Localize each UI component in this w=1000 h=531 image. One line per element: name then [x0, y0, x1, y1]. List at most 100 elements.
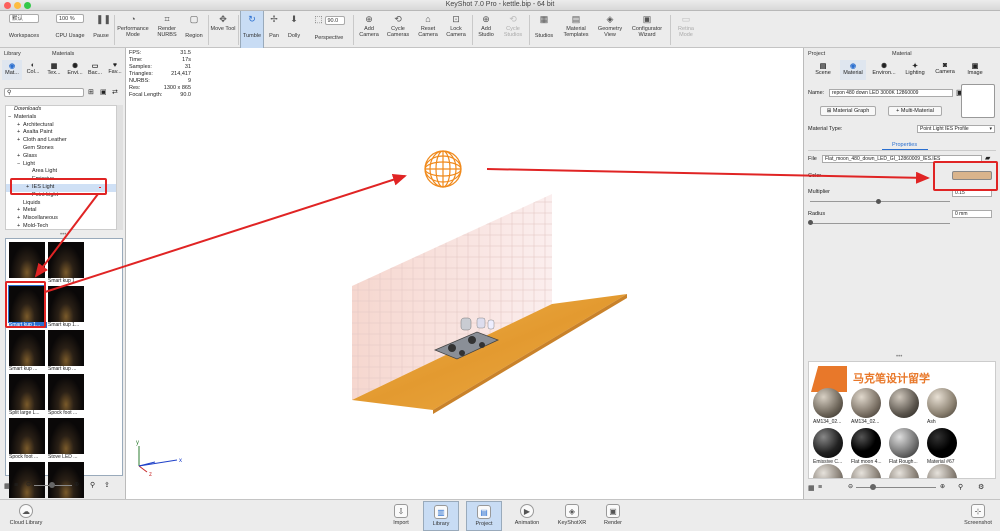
folder-open-icon[interactable]: ▰ [985, 154, 990, 162]
material-thumbnail[interactable] [9, 242, 45, 278]
material-thumbnail[interactable] [48, 286, 84, 322]
tab-material[interactable]: ◉ Material [840, 60, 866, 80]
cycle-cameras-button[interactable]: ⟲ Cycle Cameras [384, 11, 412, 48]
tab-scene[interactable]: ▤ Scene [810, 60, 836, 76]
ies-file-input[interactable]: Flat_moon_480_down_LED_GI_12860009_IES.I… [822, 155, 982, 163]
search-icon[interactable]: ⚲ [958, 483, 963, 491]
material-thumbnail[interactable] [9, 330, 45, 366]
render-nurbs-button[interactable]: ⌗ Render NURBS [152, 11, 182, 48]
tab-camera[interactable]: ◙ Camera [932, 60, 958, 75]
lock-camera-button[interactable]: ⊡ Lock Camera [443, 11, 469, 48]
slider-knob[interactable] [870, 484, 876, 490]
tab-environment[interactable]: ✺ Environ... [870, 60, 898, 76]
tree-item[interactable]: + Axalta Paint [6, 129, 116, 137]
material-sphere[interactable] [851, 464, 881, 478]
tree-item[interactable]: + Metal [6, 207, 116, 215]
material-sphere[interactable] [927, 388, 957, 418]
tab-environments[interactable]: ✺ Envi... [65, 60, 85, 76]
tree-item[interactable]: + Architectural [6, 122, 116, 130]
tumble-button[interactable]: ↻ Tumble [240, 11, 264, 48]
list-view-icon[interactable]: ≡ [818, 484, 822, 491]
thumbnail-size-slider[interactable] [856, 487, 936, 488]
splitter-handle[interactable]: ••• [896, 354, 902, 360]
dolly-button[interactable]: ⬇ Dolly [284, 11, 304, 48]
fov-input[interactable]: 90.0 [324, 16, 345, 25]
tree-item[interactable]: + Glass [6, 153, 116, 161]
radius-slider-knob[interactable] [808, 220, 813, 225]
performance-mode-button[interactable]: ◔ Performance Mode [116, 11, 150, 48]
material-type-select[interactable]: Point Light IES Profile ▾ [917, 125, 995, 133]
material-sphere[interactable] [889, 464, 919, 478]
screenshot-button[interactable]: ⊹ Screenshot [958, 501, 998, 531]
tab-favorites[interactable]: ♥ Fav... [105, 60, 125, 75]
tab-image[interactable]: ▣ Image [962, 60, 988, 76]
material-sphere[interactable] [813, 428, 843, 458]
tree-item[interactable]: Liquids [6, 200, 116, 208]
material-sphere[interactable] [851, 388, 881, 418]
tree-scrollbar[interactable] [117, 105, 123, 230]
add-camera-button[interactable]: ⊕ Add Camera [356, 11, 382, 48]
cloud-library-button[interactable]: ☁ Cloud Library [6, 501, 46, 531]
material-templates-button[interactable]: ▤ Material Templates [559, 11, 593, 48]
material-sphere[interactable] [889, 388, 919, 418]
material-sphere[interactable] [813, 388, 843, 418]
material-thumbnail[interactable] [48, 374, 84, 410]
material-thumbnail[interactable] [9, 374, 45, 410]
material-thumbnail[interactable] [48, 330, 84, 366]
list-view-icon[interactable]: ≡ [14, 482, 18, 489]
project-button[interactable]: ▤ Project [466, 501, 502, 531]
material-graph-button[interactable]: ⊞ Material Graph [820, 106, 876, 116]
library-search-input[interactable]: ⚲ [4, 88, 84, 97]
tree-item[interactable]: − Light [6, 161, 116, 169]
settings-icon[interactable]: ⚙ [978, 483, 984, 491]
material-preview[interactable] [961, 84, 995, 118]
material-sphere[interactable] [851, 428, 881, 458]
region-button[interactable]: ▢ Region [182, 11, 206, 48]
add-studio-button[interactable]: ⊕ Add Studio [474, 11, 498, 48]
material-thumbnail[interactable] [9, 418, 45, 454]
material-sphere[interactable] [813, 464, 843, 478]
slider-knob[interactable] [49, 482, 55, 488]
tab-materials[interactable]: ◉ Mat... [2, 60, 22, 80]
radius-input[interactable]: 0 mm [952, 210, 992, 218]
material-thumbnail[interactable] [48, 242, 84, 278]
studios-button[interactable]: ▦ Studios [531, 11, 557, 48]
multiplier-slider-knob[interactable] [876, 199, 881, 204]
tree-item[interactable]: + Cloth and Leather [6, 137, 116, 145]
grid-view-icon[interactable]: ▦ [808, 484, 815, 492]
tab-backplates[interactable]: ▭ Bac... [85, 60, 105, 76]
material-thumbnail[interactable] [48, 418, 84, 454]
tree-item[interactable]: Point Light [6, 192, 116, 200]
reset-camera-button[interactable]: ⌂ Reset Camera [414, 11, 442, 48]
retina-mode-button[interactable]: ▭ Retina Mode [673, 11, 699, 48]
material-sphere[interactable] [927, 464, 957, 478]
perspective-control[interactable]: ⬚ 90.0 Perspective [308, 11, 350, 48]
import-button[interactable]: ⇩ Import [383, 501, 419, 531]
workspace-select[interactable]: 默认 [9, 14, 39, 23]
library-button[interactable]: ▥ Library [423, 501, 459, 531]
render-button[interactable]: ▣ Render [595, 501, 631, 531]
tab-colors[interactable]: ◐ Col... [23, 60, 43, 75]
material-sphere[interactable] [927, 428, 957, 458]
tab-textures[interactable]: ▦ Tex... [44, 60, 64, 76]
tree-item[interactable]: − Materials [6, 114, 116, 122]
pause-button[interactable]: ❚❚ Pause [90, 11, 112, 48]
zoom-in-icon[interactable]: ⊕ [940, 483, 945, 490]
material-sphere[interactable] [889, 428, 919, 458]
cpu-select[interactable]: 100 % [56, 14, 84, 23]
move-tool-button[interactable]: ✥ Move Tool [210, 11, 236, 48]
geometry-view-button[interactable]: ◈ Geometry View [595, 11, 625, 48]
configurator-wizard-button[interactable]: ▣ Configurator Wizard [627, 11, 667, 48]
tab-properties[interactable]: Properties [892, 142, 917, 148]
zoom-out-icon[interactable]: ⊖ [26, 481, 31, 488]
render-viewport[interactable]: FPS: 31.5 Time: 17s Samples: 31 Triangles: 214,… [127, 48, 803, 499]
tab-lighting[interactable]: ✦ Lighting [902, 60, 928, 76]
multiplier-input[interactable]: 0.15 [952, 189, 992, 197]
grid-view-icon[interactable]: ▦ [4, 482, 11, 490]
zoom-out-icon[interactable]: ⊖ [848, 483, 853, 490]
folder-add-icon[interactable]: ⊞ [88, 88, 94, 96]
folder-sync-icon[interactable]: ⇄ [112, 88, 118, 96]
folder-icon[interactable]: ▣ [100, 88, 107, 96]
tree-item[interactable]: + IES Light [6, 183, 116, 192]
tree-item[interactable]: Gem Stones [6, 145, 116, 153]
